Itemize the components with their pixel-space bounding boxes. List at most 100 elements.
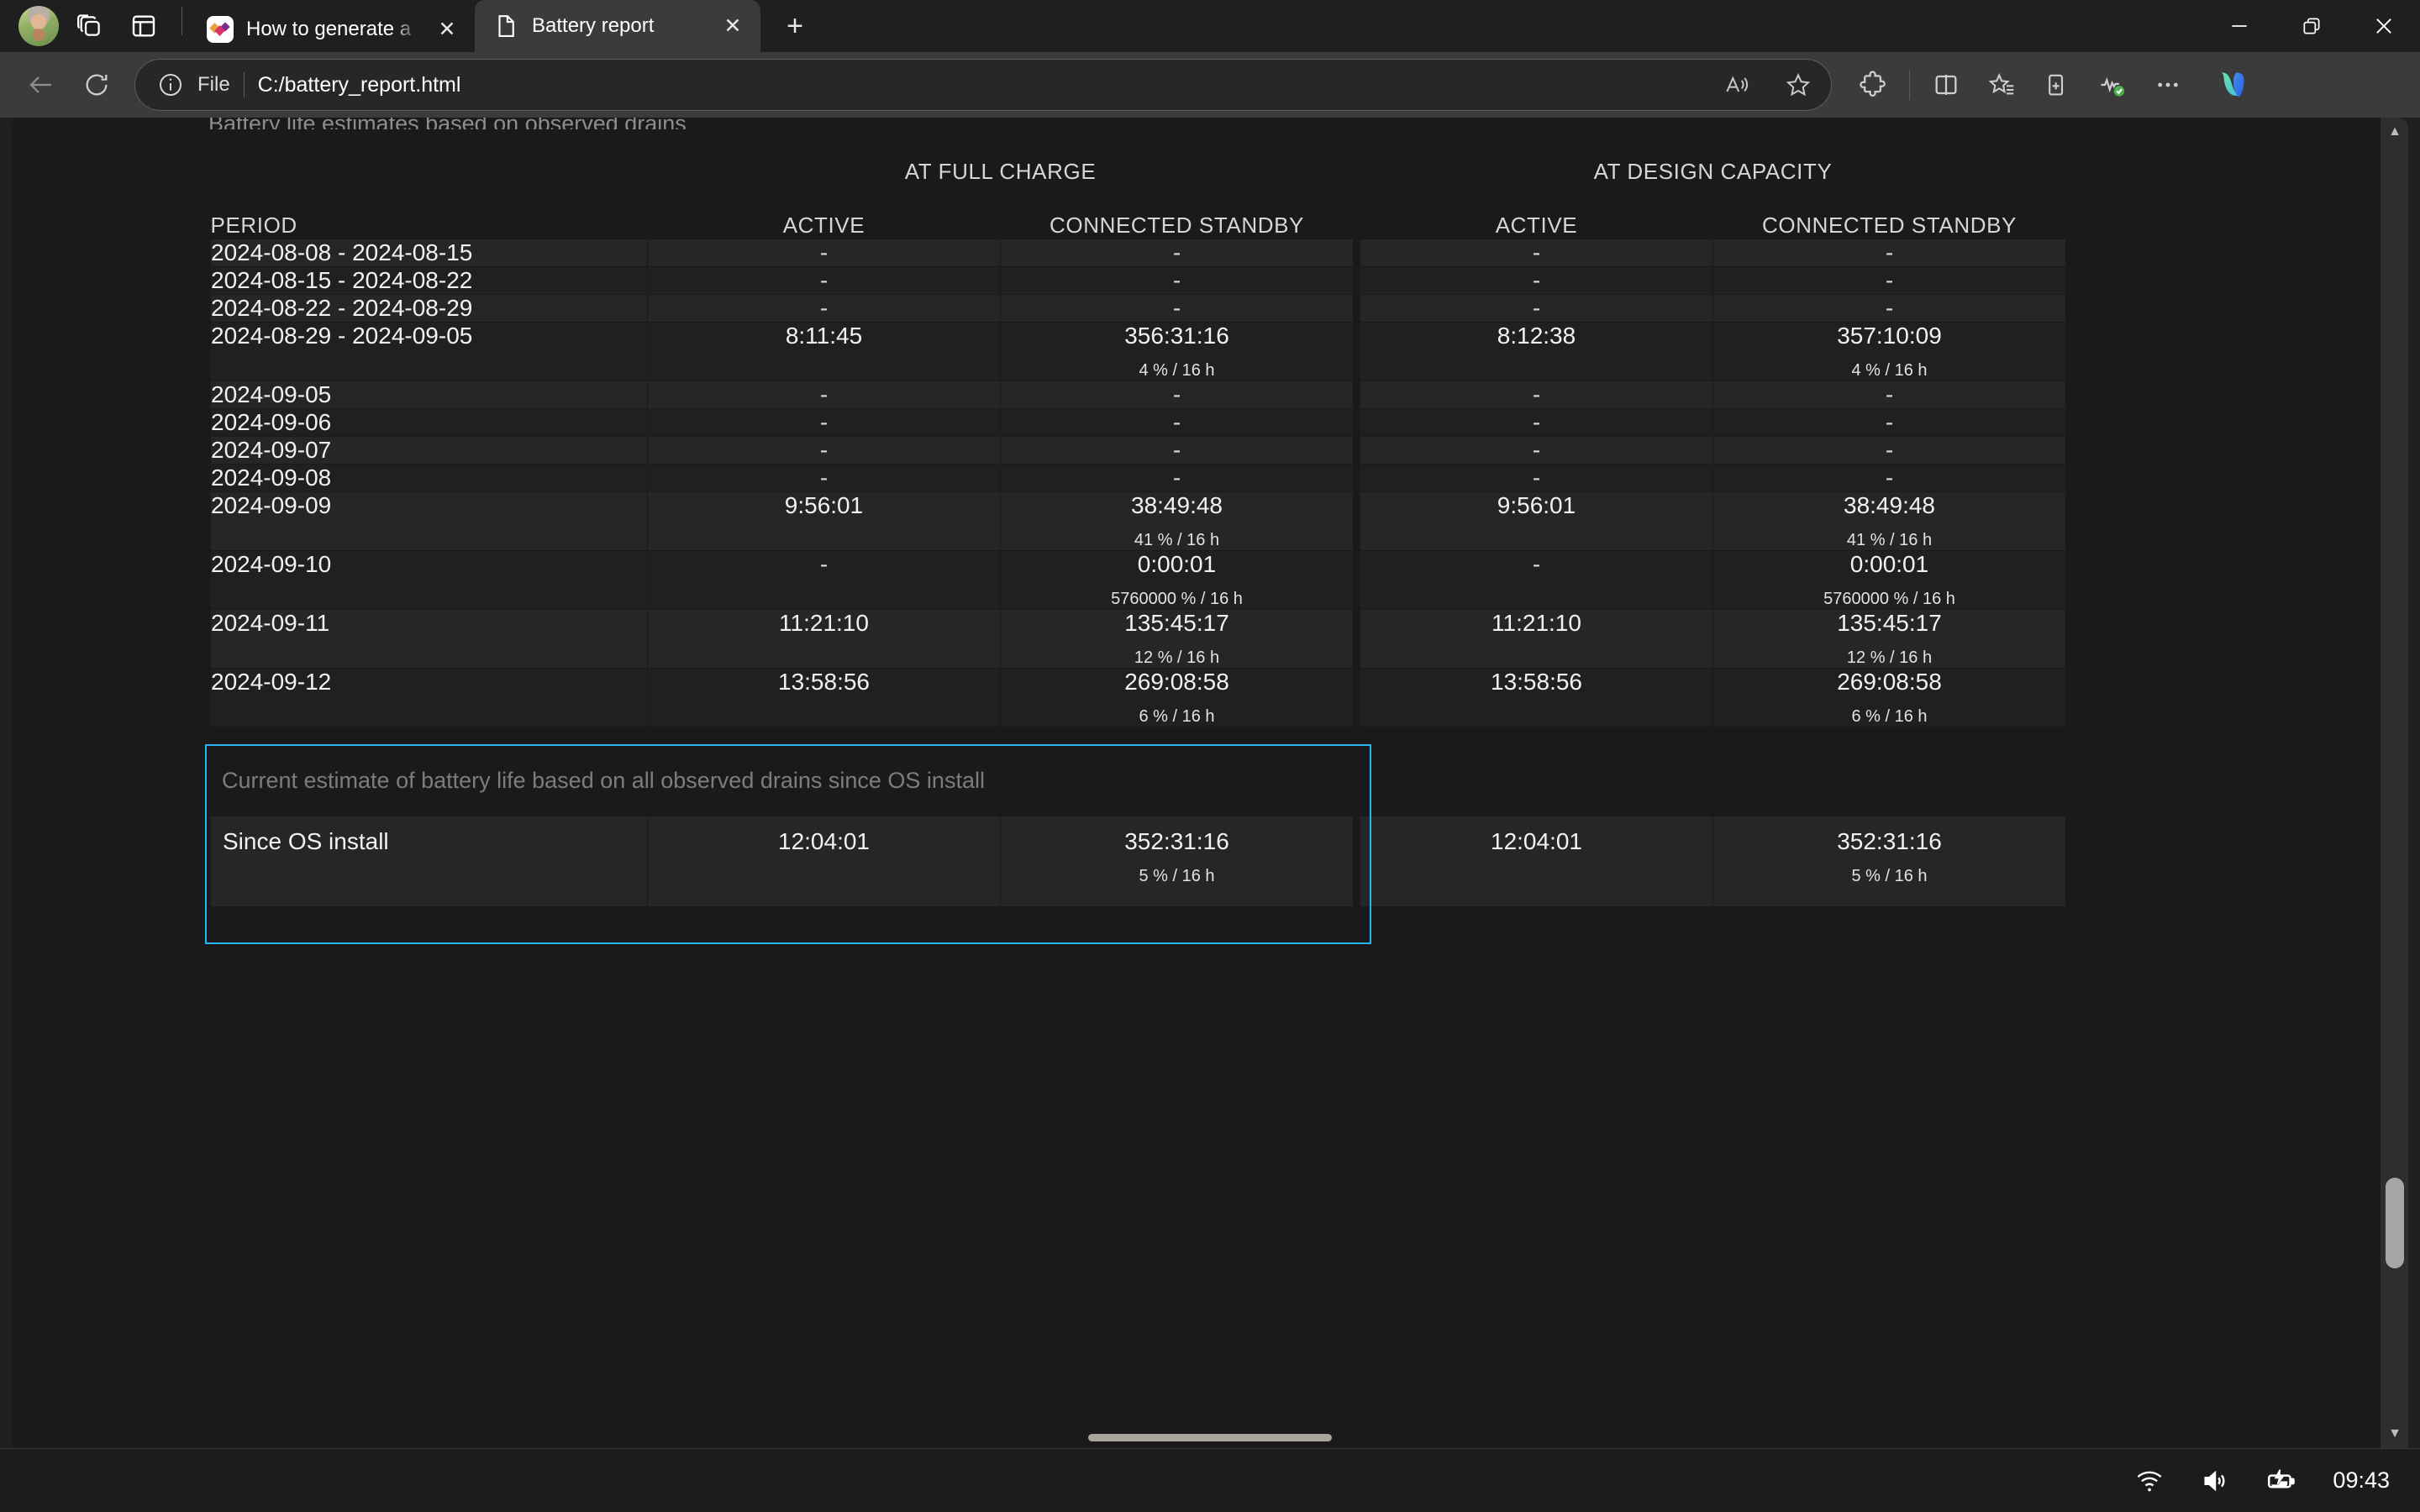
cell-value: 0:00:01 xyxy=(1001,551,1353,578)
browser-essentials-icon[interactable] xyxy=(121,3,166,49)
favorites-icon[interactable] xyxy=(1975,59,2028,111)
cell-fc-active: 11:21:10 xyxy=(648,609,1001,668)
restore-button[interactable] xyxy=(2275,0,2348,52)
cell-dc-active: - xyxy=(1360,266,1713,294)
table-row: 2024-08-08 - 2024-08-15---- xyxy=(211,239,2066,266)
profile-avatar[interactable] xyxy=(18,6,59,46)
cell-dc-active: 8:12:38 xyxy=(1360,322,1713,381)
cell-value: 352:31:16 xyxy=(1001,828,1353,855)
url-input[interactable]: C:/battery_report.html xyxy=(258,73,1698,97)
cell-rate: 5760000 % / 16 h xyxy=(1713,590,2065,609)
cell-rate: 5 % / 16 h xyxy=(1713,867,2065,886)
cell-period: 2024-09-10 xyxy=(211,550,648,609)
tab-strip: How to generate a Battery R ✕ Battery re… xyxy=(0,0,2420,52)
cell-dc-connected-standby: - xyxy=(1713,294,2066,322)
cell-period: 2024-09-12 xyxy=(211,668,648,727)
back-icon[interactable] xyxy=(15,59,67,111)
column-gap xyxy=(1354,464,1360,491)
close-icon[interactable]: ✕ xyxy=(717,10,749,42)
taskbar: 09:43 xyxy=(0,1448,2420,1512)
cell-fc-active: - xyxy=(648,239,1001,266)
cell-dc-active: 12:04:01 xyxy=(1360,816,1713,906)
column-gap xyxy=(1354,436,1360,464)
close-icon[interactable]: ✕ xyxy=(431,13,463,45)
table-row: 2024-09-1213:58:56269:08:586 % / 16 h13:… xyxy=(211,668,2066,727)
column-gap xyxy=(1354,239,1360,266)
battery-charging-icon[interactable] xyxy=(2262,1462,2299,1499)
cell-rate: 41 % / 16 h xyxy=(1001,531,1353,550)
column-header-period: PERIOD xyxy=(211,195,648,239)
refresh-icon[interactable] xyxy=(71,59,123,111)
cell-fc-connected-standby: 38:49:48 41 % / 16 h xyxy=(1001,491,1354,550)
cell-dc-connected-standby: 357:10:094 % / 16 h xyxy=(1713,322,2066,381)
collections-icon[interactable] xyxy=(2031,59,2083,111)
address-bar[interactable]: File C:/battery_report.html xyxy=(134,59,1832,111)
document-icon xyxy=(492,12,520,40)
copilot-icon[interactable] xyxy=(2207,61,2254,108)
group-header-at-design-capacity: AT DESIGN CAPACITY xyxy=(1360,148,2066,195)
favorite-star-icon[interactable] xyxy=(1774,62,1823,108)
since-os-install-focus-group[interactable]: Current estimate of battery life based o… xyxy=(210,749,1378,816)
cell-dc-connected-standby: 38:49:4841 % / 16 h xyxy=(1713,491,2066,550)
tab-actions-icon[interactable] xyxy=(67,3,113,49)
page-viewport: Battery life estimates based on observed… xyxy=(12,118,2408,1448)
volume-icon[interactable] xyxy=(2196,1462,2233,1499)
browser-essentials-health-icon[interactable] xyxy=(2086,59,2139,111)
cell-period: 2024-09-08 xyxy=(211,464,648,491)
scroll-down-arrow-icon[interactable]: ▼ xyxy=(2381,1420,2408,1448)
cell-dc-active: 11:21:10 xyxy=(1360,609,1713,668)
cell-rate: 12 % / 16 h xyxy=(1001,648,1353,668)
group-header-row: AT FULL CHARGE AT DESIGN CAPACITY xyxy=(211,148,2066,195)
cell-dc-connected-standby: 269:08:586 % / 16 h xyxy=(1713,668,2066,727)
close-button[interactable] xyxy=(2348,0,2420,52)
cell-rate: 6 % / 16 h xyxy=(1713,707,2065,727)
group-header-at-full-charge: AT FULL CHARGE xyxy=(648,148,1354,195)
cell-rate: 4 % / 16 h xyxy=(1001,361,1353,381)
table-row: 2024-09-06---- xyxy=(211,408,2066,436)
cell-fc-active: - xyxy=(648,464,1001,491)
cell-rate: 6 % / 16 h xyxy=(1001,707,1353,727)
cell-value: 269:08:58 xyxy=(1001,669,1353,696)
wifi-icon[interactable] xyxy=(2131,1462,2168,1499)
cell-period: 2024-09-09 xyxy=(211,491,648,550)
tab-how-to-generate-battery-report[interactable]: How to generate a Battery R ✕ xyxy=(189,7,475,52)
split-screen-icon[interactable] xyxy=(1920,59,1972,111)
column-gap xyxy=(1354,381,1360,408)
cell-dc-active: - xyxy=(1360,381,1713,408)
extensions-icon[interactable] xyxy=(1847,59,1899,111)
cell-rate: 41 % / 16 h xyxy=(1713,531,2065,550)
page-scrollbar[interactable]: ▲ ▼ xyxy=(2380,118,2408,1448)
cell-value: 352:31:16 xyxy=(1713,828,2065,855)
cell-fc-connected-standby: 135:45:1712 % / 16 h xyxy=(1001,609,1354,668)
table-row: 2024-09-08---- xyxy=(211,464,2066,491)
cell-fc-connected-standby: - xyxy=(1001,408,1354,436)
site-info-icon[interactable] xyxy=(157,71,184,98)
cell-fc-active: - xyxy=(648,266,1001,294)
cell-dc-connected-standby: - xyxy=(1713,408,2066,436)
new-tab-button[interactable]: + xyxy=(772,3,818,49)
tab-battery-report[interactable]: Battery report ✕ xyxy=(475,0,760,52)
cell-fc-active: - xyxy=(648,550,1001,609)
cell-value: 38:49:48 xyxy=(1001,492,1353,519)
table-row: Since OS install 12:04:01 352:31:16 5 % … xyxy=(211,816,2066,906)
cell-period: 2024-09-05 xyxy=(211,381,648,408)
cell-fc-connected-standby: 356:31:164 % / 16 h xyxy=(1001,322,1354,381)
read-aloud-icon[interactable] xyxy=(1712,62,1760,108)
cell-fc-active: - xyxy=(648,294,1001,322)
cell-fc-active: - xyxy=(648,381,1001,408)
table-row: 2024-08-15 - 2024-08-22---- xyxy=(211,266,2066,294)
taskbar-clock[interactable]: 09:43 xyxy=(2333,1467,2390,1494)
tab-title: Battery report xyxy=(532,14,705,38)
column-gap xyxy=(1354,816,1360,906)
scroll-up-arrow-icon[interactable]: ▲ xyxy=(2381,118,2408,146)
cell-period: 2024-09-07 xyxy=(211,436,648,464)
cell-dc-active: - xyxy=(1360,294,1713,322)
settings-and-more-icon[interactable] xyxy=(2142,59,2194,111)
section-heading-clipped: Battery life estimates based on observed… xyxy=(208,118,2380,129)
cell-period: 2024-08-29 - 2024-09-05 xyxy=(211,322,648,381)
scrollbar-thumb[interactable] xyxy=(2386,1178,2404,1268)
cell-value: 0:00:01 xyxy=(1713,551,2065,578)
cell-fc-connected-standby: - xyxy=(1001,381,1354,408)
home-indicator-bar xyxy=(1088,1434,1332,1441)
minimize-button[interactable] xyxy=(2203,0,2275,52)
